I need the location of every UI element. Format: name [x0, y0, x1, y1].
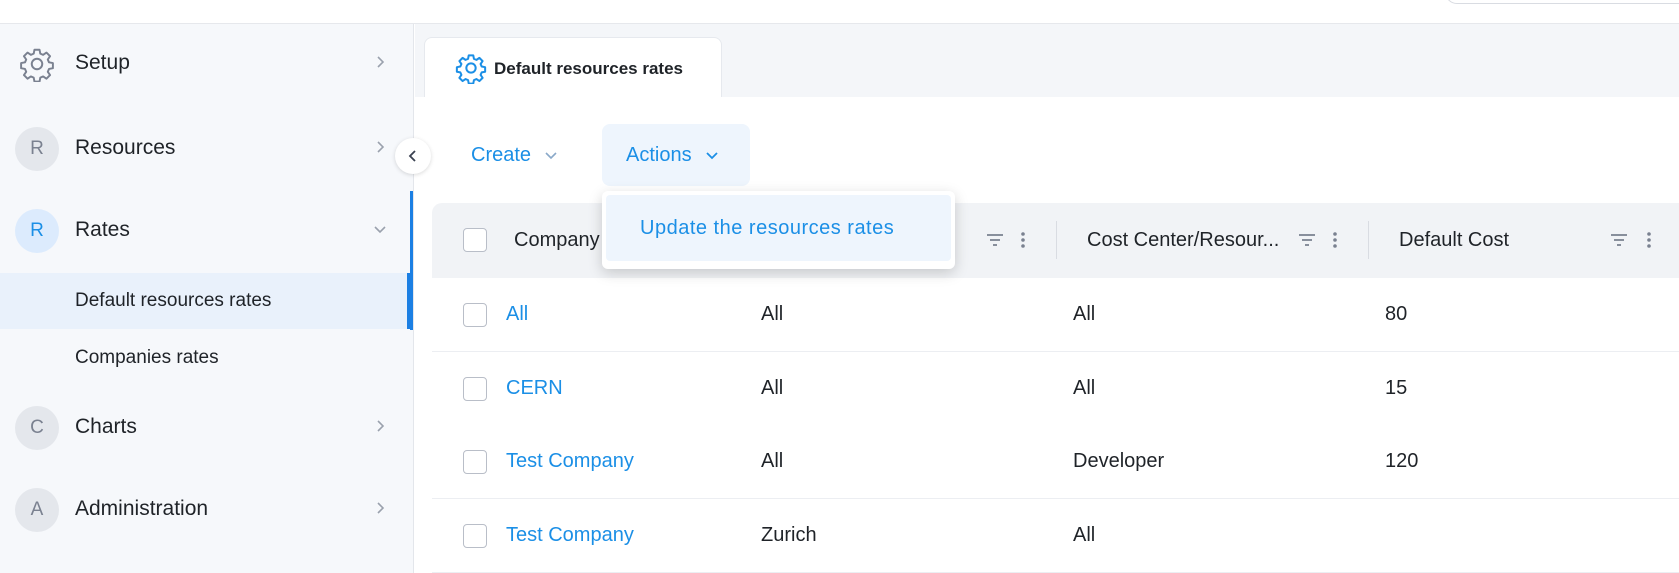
- sidebar-item-setup[interactable]: Setup: [0, 34, 410, 94]
- actions-button[interactable]: Actions: [602, 124, 750, 186]
- more-vertical-icon[interactable]: [1012, 229, 1034, 251]
- row-checkbox[interactable]: [463, 450, 487, 474]
- sidebar-subitem-companies-rates[interactable]: Companies rates: [0, 330, 410, 386]
- table-row[interactable]: Test Company All Developer 120: [432, 425, 1679, 499]
- gear-icon: [455, 54, 487, 84]
- table-cell: All: [761, 303, 784, 325]
- column-header-company[interactable]: Company: [514, 229, 600, 252]
- tab-label: Default resources rates: [494, 59, 683, 78]
- column-header-default-cost[interactable]: Default Cost: [1399, 229, 1509, 252]
- filter-icon[interactable]: [984, 229, 1006, 251]
- table-cell: All: [1073, 524, 1096, 546]
- sidebar-item-label: Rates: [75, 218, 130, 241]
- tab-default-resources-rates[interactable]: Default resources rates: [424, 37, 722, 98]
- chevron-right-icon: [377, 141, 385, 153]
- avatar: C: [15, 406, 59, 450]
- more-vertical-icon[interactable]: [1324, 229, 1346, 251]
- collapse-sidebar-button[interactable]: [395, 138, 431, 174]
- sidebar-item-administration[interactable]: A Administration: [0, 480, 410, 540]
- create-button-label: Create: [471, 143, 532, 166]
- sidebar-item-label: Resources: [75, 136, 176, 159]
- sidebar-item-rates[interactable]: R Rates: [0, 201, 410, 261]
- company-link[interactable]: Test Company: [506, 450, 634, 473]
- chevron-down-icon: [374, 226, 386, 234]
- table-cell: All: [1073, 377, 1096, 399]
- table-cell: Developer: [1073, 450, 1165, 472]
- chevron-down-icon: [705, 152, 718, 160]
- row-checkbox[interactable]: [463, 303, 487, 327]
- active-section-indicator: [410, 191, 413, 330]
- menu-item-update-resources-rates[interactable]: Update the resources rates: [606, 195, 951, 261]
- column-separator: [1056, 221, 1057, 259]
- company-link[interactable]: All: [506, 303, 528, 326]
- filter-icon[interactable]: [1608, 229, 1630, 251]
- chevron-right-icon: [377, 56, 385, 68]
- table-cell: All: [761, 450, 784, 472]
- table-cell: All: [1073, 303, 1096, 325]
- avatar: A: [15, 488, 59, 532]
- column-separator: [1368, 221, 1369, 259]
- table-cell: 120: [1385, 450, 1419, 472]
- sidebar-subitem-label: Default resources rates: [75, 290, 272, 311]
- menu-item-label: Update the resources rates: [640, 217, 895, 239]
- sidebar-item-label: Administration: [75, 497, 209, 520]
- row-checkbox[interactable]: [463, 377, 487, 401]
- avatar: R: [15, 127, 59, 171]
- sidebar-item-label: Charts: [75, 415, 137, 438]
- more-vertical-icon[interactable]: [1638, 229, 1660, 251]
- company-link[interactable]: Test Company: [506, 524, 634, 547]
- chevron-down-icon: [545, 152, 557, 160]
- top-search-field[interactable]: [1445, 0, 1679, 4]
- actions-button-label: Actions: [626, 143, 692, 166]
- sidebar-item-charts[interactable]: C Charts: [0, 398, 410, 458]
- chevron-left-icon: [408, 150, 416, 162]
- chevron-right-icon: [377, 502, 385, 514]
- chevron-right-icon: [377, 420, 385, 432]
- create-button[interactable]: Create: [460, 130, 580, 180]
- actions-dropdown-menu: Update the resources rates: [602, 191, 955, 269]
- top-bar: [0, 0, 1679, 24]
- column-header-cost-center[interactable]: Cost Center/Resour...: [1087, 229, 1289, 252]
- table-cell: 15: [1385, 377, 1408, 399]
- avatar: R: [15, 209, 59, 253]
- filter-icon[interactable]: [1296, 229, 1318, 251]
- table-cell: Zurich: [761, 524, 817, 546]
- sidebar-item-resources[interactable]: R Resources: [0, 119, 410, 179]
- sidebar-item-label: Setup: [75, 51, 130, 74]
- table-cell: 80: [1385, 303, 1408, 325]
- row-checkbox[interactable]: [463, 524, 487, 548]
- select-all-checkbox[interactable]: [463, 228, 487, 252]
- table-row[interactable]: Test Company Zurich All: [432, 499, 1679, 573]
- sidebar-subitem-default-resources-rates[interactable]: Default resources rates: [0, 273, 410, 329]
- table-row[interactable]: CERN All All 15: [432, 352, 1679, 426]
- sidebar-subitem-label: Companies rates: [75, 347, 219, 368]
- gear-icon: [20, 48, 54, 82]
- table-cell: All: [761, 377, 784, 399]
- table-row[interactable]: All All All 80: [432, 278, 1679, 352]
- company-link[interactable]: CERN: [506, 377, 563, 400]
